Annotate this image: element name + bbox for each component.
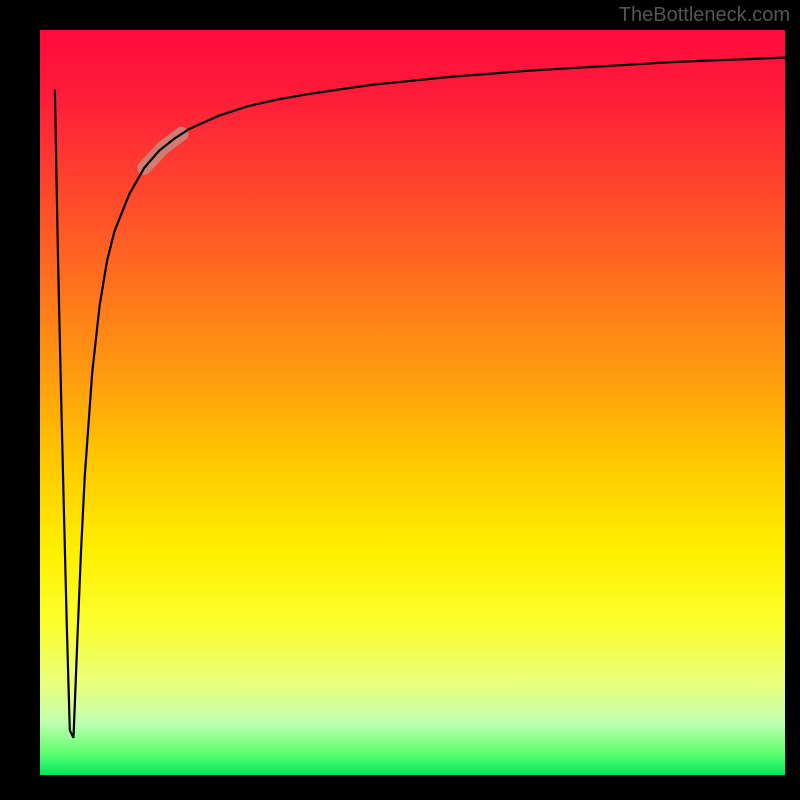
watermark-text: TheBottleneck.com — [619, 4, 790, 27]
chart-gradient-background — [40, 30, 785, 775]
